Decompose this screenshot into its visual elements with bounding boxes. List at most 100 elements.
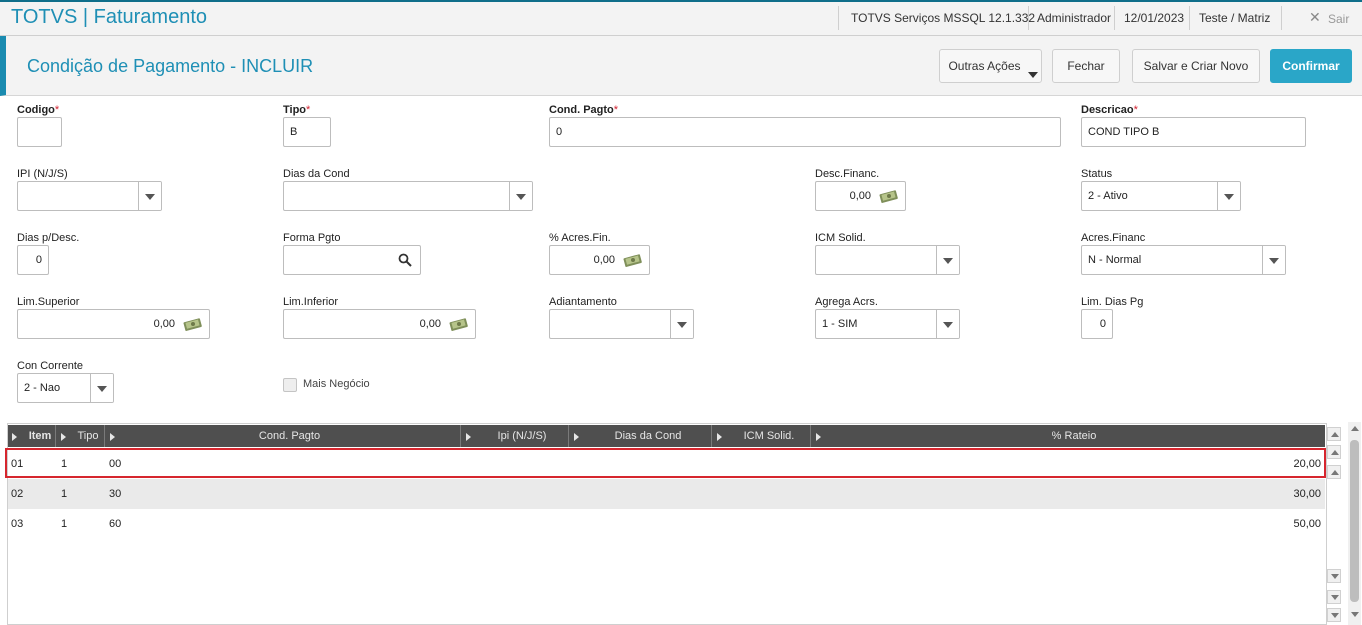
search-icon[interactable]	[398, 253, 412, 267]
column-separator	[104, 425, 105, 447]
column-separator	[568, 425, 569, 447]
money-icon[interactable]	[879, 189, 899, 203]
save-and-new-button[interactable]: Salvar e Criar Novo	[1132, 49, 1260, 83]
scroll-up-icon	[1331, 470, 1339, 475]
column-separator	[55, 425, 56, 447]
status-select[interactable]: 2 - Ativo	[1081, 181, 1241, 211]
dropdown-arrow-icon[interactable]	[936, 310, 959, 338]
scroll-down-button[interactable]	[1349, 609, 1360, 620]
cond-pagto-field[interactable]: 0	[549, 117, 1061, 147]
cell-cond: 60	[109, 518, 122, 530]
sort-arrow-icon[interactable]	[110, 433, 115, 441]
adiantamento-select[interactable]	[549, 309, 694, 339]
app-title: TOTVS | Faturamento	[11, 6, 208, 28]
col-tipo[interactable]: Tipo	[68, 425, 108, 447]
date-info: 12/01/2023	[1124, 11, 1185, 25]
sort-arrow-icon[interactable]	[574, 433, 579, 441]
selected-row-highlight	[5, 448, 1326, 478]
money-icon[interactable]	[449, 317, 469, 331]
desc-financ-field[interactable]: 0,00	[815, 181, 906, 211]
dropdown-arrow-icon[interactable]	[90, 374, 113, 402]
codigo-label: Codigo*	[17, 104, 60, 116]
lim-superior-field[interactable]: 0,00	[17, 309, 210, 339]
tipo-field[interactable]: B	[283, 117, 331, 147]
cell-rateio: 30,00	[1293, 488, 1321, 500]
dias-desc-field[interactable]: 0	[17, 245, 49, 275]
ipi-label: IPI (N/J/S)	[17, 168, 68, 180]
scroll-bottom-button[interactable]	[1327, 608, 1341, 622]
scroll-up-icon	[1351, 426, 1359, 431]
table-row[interactable]: 03 1 60 50,00	[8, 509, 1325, 539]
close-button[interactable]: Fechar	[1052, 49, 1120, 83]
dropdown-arrow-icon[interactable]	[670, 310, 693, 338]
table-row[interactable]: 02 1 30 30,00	[8, 479, 1325, 509]
sort-arrow-icon[interactable]	[717, 433, 722, 441]
ipi-select[interactable]	[17, 181, 162, 211]
col-icm-solid[interactable]: ICM Solid.	[725, 425, 813, 447]
exit-label: Sair	[1328, 12, 1350, 26]
col-item[interactable]: Item	[20, 425, 60, 447]
money-icon[interactable]	[183, 317, 203, 331]
scrollbar-thumb[interactable]	[1350, 440, 1359, 602]
forma-pgto-label: Forma Pgto	[283, 232, 341, 244]
acres-fin-label: % Acres.Fin.	[549, 232, 611, 244]
icm-solid-select[interactable]	[815, 245, 960, 275]
dias-cond-select[interactable]	[283, 181, 533, 211]
scroll-down-icon	[1331, 595, 1339, 600]
scroll-down-button[interactable]	[1327, 569, 1341, 583]
scroll-up-button[interactable]	[1327, 465, 1341, 479]
dropdown-arrow-icon[interactable]	[1262, 246, 1285, 274]
page-title: Condição de Pagamento - INCLUIR	[27, 56, 314, 76]
sort-arrow-icon[interactable]	[466, 433, 471, 441]
cell-item: 03	[11, 518, 24, 530]
scroll-up-button[interactable]	[1327, 445, 1341, 459]
sort-arrow-icon[interactable]	[816, 433, 821, 441]
dropdown-arrow-icon[interactable]	[509, 182, 532, 210]
codigo-field[interactable]	[17, 117, 62, 147]
exit-button[interactable]: ✕ Sair	[1309, 9, 1362, 27]
tipo-label: Tipo*	[283, 104, 311, 116]
acres-fin-field[interactable]: 0,00	[549, 245, 650, 275]
mais-negocio-label: Mais Negócio	[303, 378, 370, 390]
con-corrente-select[interactable]: 2 - Nao	[17, 373, 114, 403]
scroll-up-button[interactable]	[1349, 423, 1360, 434]
other-actions-button[interactable]: Outras Ações	[939, 49, 1042, 83]
user-info: Administrador	[1037, 11, 1112, 25]
other-actions-label: Outras Ações	[948, 59, 1021, 73]
cell-rateio: 50,00	[1293, 518, 1321, 530]
separator	[838, 6, 839, 30]
lim-dias-pg-label: Lim. Dias Pg	[1081, 296, 1144, 308]
lim-inferior-label: Lim.Inferior	[283, 296, 339, 308]
agrega-acrs-select[interactable]: 1 - SIM	[815, 309, 960, 339]
col-dias-cond[interactable]: Dias da Cond	[582, 425, 714, 447]
col-cond-pagto[interactable]: Cond. Pagto	[117, 425, 462, 447]
separator	[1114, 6, 1115, 30]
dropdown-arrow-icon[interactable]	[936, 246, 959, 274]
confirm-button[interactable]: Confirmar	[1270, 49, 1352, 83]
dropdown-arrow-icon[interactable]	[138, 182, 161, 210]
agrega-acrs-label: Agrega Acrs.	[815, 296, 878, 308]
dropdown-arrow-icon[interactable]	[1217, 182, 1240, 210]
sort-arrow-icon[interactable]	[61, 433, 66, 441]
scroll-down-button[interactable]	[1327, 590, 1341, 604]
forma-pgto-field[interactable]	[283, 245, 421, 275]
scroll-top-button[interactable]	[1327, 427, 1341, 441]
con-corrente-label: Con Corrente	[17, 360, 84, 372]
icm-solid-label: ICM Solid.	[815, 232, 866, 244]
money-icon[interactable]	[623, 253, 643, 267]
col-rateio[interactable]: % Rateio	[824, 425, 1324, 447]
column-separator	[711, 425, 712, 447]
sort-arrow-icon[interactable]	[12, 433, 17, 441]
acres-financ-label: Acres.Financ	[1081, 232, 1146, 244]
descricao-field[interactable]: COND TIPO B	[1081, 117, 1306, 147]
column-separator	[810, 425, 811, 447]
acres-financ-select[interactable]: N - Normal	[1081, 245, 1286, 275]
lim-inferior-field[interactable]: 0,00	[283, 309, 476, 339]
descricao-label: Descricao*	[1081, 104, 1138, 116]
mais-negocio-checkbox[interactable]	[283, 378, 297, 392]
col-ipi[interactable]: Ipi (N/J/S)	[474, 425, 570, 447]
lim-dias-pg-field[interactable]: 0	[1081, 309, 1113, 339]
scroll-down-icon	[1331, 574, 1339, 579]
cell-cond: 30	[109, 488, 122, 500]
scroll-up-icon	[1331, 432, 1339, 437]
